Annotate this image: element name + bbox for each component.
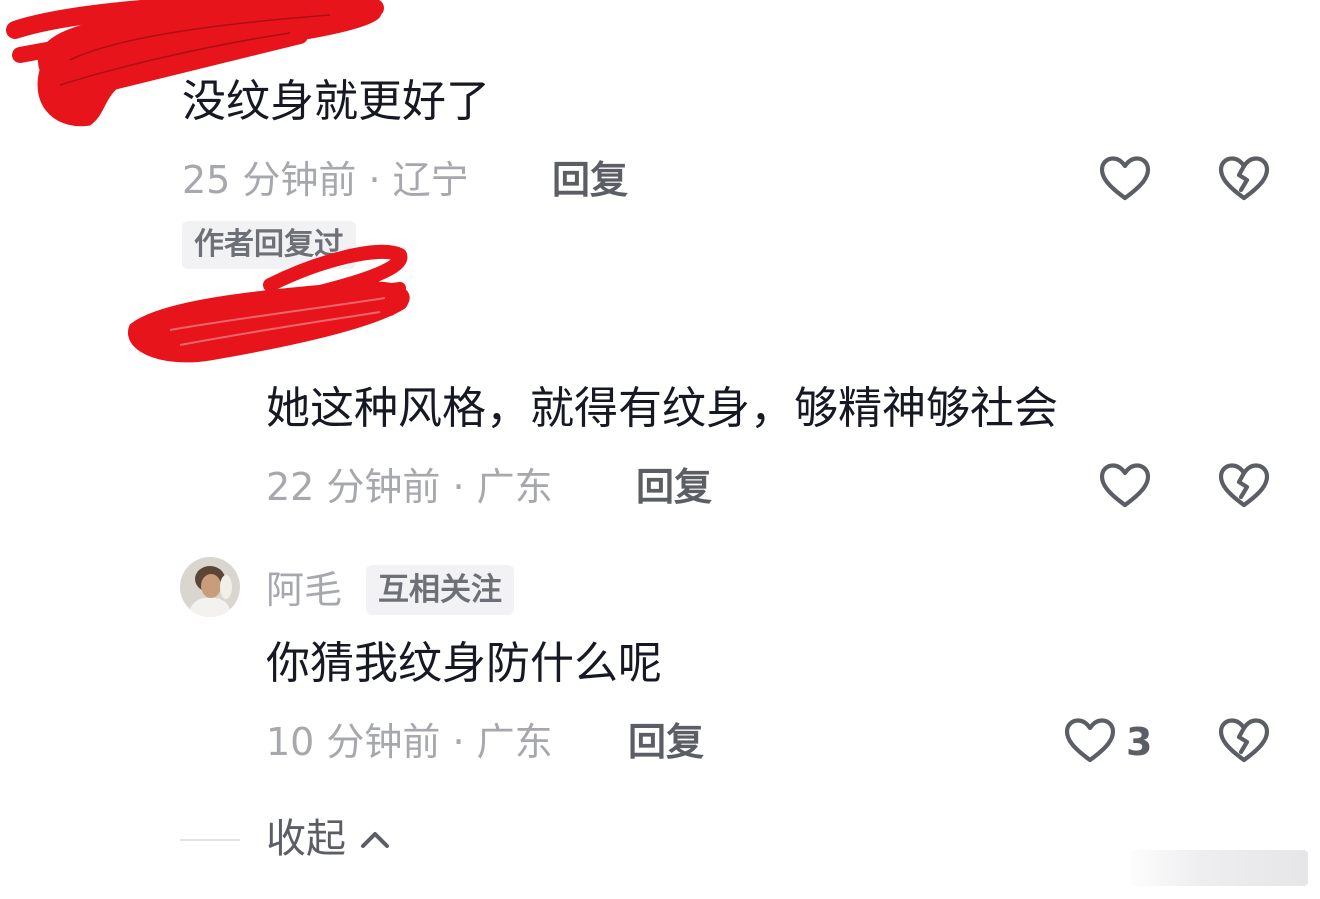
collapse-divider — [180, 839, 240, 841]
heart-outline-icon[interactable] — [1097, 152, 1153, 208]
comment-meta: 25 分钟前 · 辽宁 — [182, 158, 469, 202]
avatar[interactable] — [180, 557, 240, 617]
author-replied-tag: 作者回复过 — [182, 221, 356, 269]
watermark — [1130, 850, 1308, 886]
reply-button[interactable]: 回复 — [552, 155, 628, 205]
heart-outline-icon[interactable] — [1097, 459, 1153, 515]
like-count: 3 — [1126, 720, 1153, 764]
broken-heart-icon[interactable] — [1216, 459, 1272, 515]
comment-text: 她这种风格，就得有纹身，够精神够社会 — [266, 383, 1058, 434]
chevron-up-icon[interactable] — [358, 825, 392, 853]
username[interactable]: 阿毛 — [266, 565, 342, 615]
broken-heart-icon[interactable] — [1216, 714, 1272, 770]
reply-button[interactable]: 回复 — [636, 462, 712, 512]
reply-button[interactable]: 回复 — [628, 717, 704, 767]
comment-text: 没纹身就更好了 — [182, 76, 490, 127]
collapse-button[interactable]: 收起 — [266, 813, 346, 865]
mutual-follow-badge: 互相关注 — [366, 565, 514, 615]
heart-outline-icon[interactable] — [1062, 714, 1118, 770]
comment-meta: 22 分钟前 · 广东 — [266, 465, 553, 509]
comment-meta: 10 分钟前 · 广东 — [266, 720, 553, 764]
comment-text: 你猜我纹身防什么呢 — [266, 638, 662, 689]
broken-heart-icon[interactable] — [1216, 152, 1272, 208]
comment-thread: 没纹身就更好了 25 分钟前 · 辽宁 回复 作者回复过 她这种风格，就得有纹身… — [0, 0, 1320, 899]
